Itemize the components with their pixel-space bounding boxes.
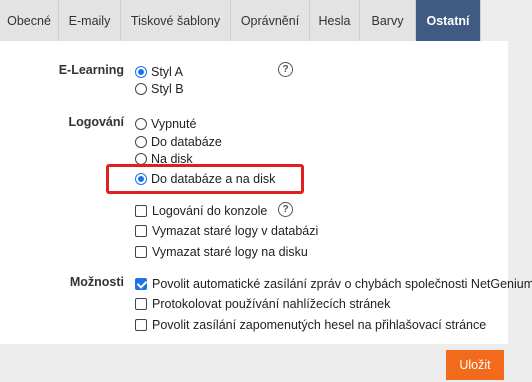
checkbox-label: Vymazat staré logy v databázi <box>152 223 319 238</box>
tab-label: Hesla <box>318 13 351 28</box>
tab-label: Obecné <box>7 13 51 28</box>
tab-opravneni[interactable]: Oprávnění <box>231 0 310 41</box>
vymazat-logy-databaze-checkbox[interactable]: Vymazat staré logy v databázi <box>135 222 318 239</box>
checkbox-checked[interactable] <box>135 277 147 290</box>
highlight-box <box>106 164 304 194</box>
tab-hesla[interactable]: Hesla <box>310 0 360 41</box>
logovani-vypnute-radio[interactable]: Vypnuté <box>135 115 196 132</box>
vymazat-logy-disk-checkbox[interactable]: Vymazat staré logy na disku <box>135 243 308 260</box>
help-icon[interactable]: ? <box>278 202 293 217</box>
radio-label: Vypnuté <box>151 116 197 131</box>
povolit-zapomenuta-hesla-checkbox[interactable]: Povolit zasílání zapomenutých hesel na p… <box>135 316 486 333</box>
logovani-label: Logování <box>68 115 124 129</box>
radio-button-checked[interactable] <box>135 65 147 78</box>
settings-tabs: Obecné E-maily Tiskové šablony Oprávnění… <box>0 0 532 41</box>
tab-label: Oprávnění <box>240 13 300 28</box>
checkbox-label: Povolit zasílání zapomenutých hesel na p… <box>152 317 487 332</box>
tab-tiskove-sablony[interactable]: Tiskové šablony <box>121 0 231 41</box>
radio-button[interactable] <box>135 135 147 148</box>
checkbox-label: Protokolovat používání nahlížecích strán… <box>152 296 391 311</box>
tab-e-maily[interactable]: E-maily <box>59 0 121 41</box>
elearning-label: E-Learning <box>58 63 124 77</box>
radio-button[interactable] <box>135 117 147 130</box>
save-button[interactable]: Uložit <box>446 350 504 380</box>
tab-label: E-maily <box>68 13 111 28</box>
tab-label: Barvy <box>371 13 404 28</box>
logovani-do-konzole-checkbox[interactable]: Logování do konzole <box>135 202 267 219</box>
checkbox[interactable] <box>135 245 147 258</box>
checkbox[interactable] <box>135 297 147 310</box>
settings-panel: E-Learning Styl A Styl B ? Logování Vypn… <box>0 41 532 344</box>
logovani-do-databaze-radio[interactable]: Do databáze <box>135 133 222 150</box>
checkbox[interactable] <box>135 224 147 237</box>
radio-label: Styl A <box>151 64 183 79</box>
protokolovat-nahlizeci-checkbox[interactable]: Protokolovat používání nahlížecích strán… <box>135 295 390 312</box>
checkbox[interactable] <box>135 204 147 217</box>
checkbox-label: Vymazat staré logy na disku <box>152 244 308 259</box>
radio-label: Styl B <box>151 81 184 96</box>
tab-ostatni[interactable]: Ostatní <box>416 0 481 41</box>
radio-button[interactable] <box>135 82 147 95</box>
tab-obecne[interactable]: Obecné <box>0 0 59 41</box>
tab-label: Ostatní <box>426 13 470 28</box>
help-icon[interactable]: ? <box>278 62 293 77</box>
checkbox-label: Povolit automatické zasílání zpráv o chy… <box>152 276 532 291</box>
moznosti-label: Možnosti <box>69 275 124 289</box>
tabs-spacer <box>481 0 532 41</box>
checkbox-label: Logování do konzole <box>152 203 268 218</box>
radio-button[interactable] <box>135 152 147 165</box>
tab-label: Tiskové šablony <box>130 13 221 28</box>
checkbox[interactable] <box>135 318 147 331</box>
elearning-styl-b-radio[interactable]: Styl B <box>135 80 184 97</box>
povolit-zasilani-chyb-checkbox[interactable]: Povolit automatické zasílání zpráv o chy… <box>135 275 532 292</box>
elearning-styl-a-radio[interactable]: Styl A <box>135 63 183 80</box>
tab-barvy[interactable]: Barvy <box>360 0 416 41</box>
radio-label: Do databáze <box>151 134 222 149</box>
